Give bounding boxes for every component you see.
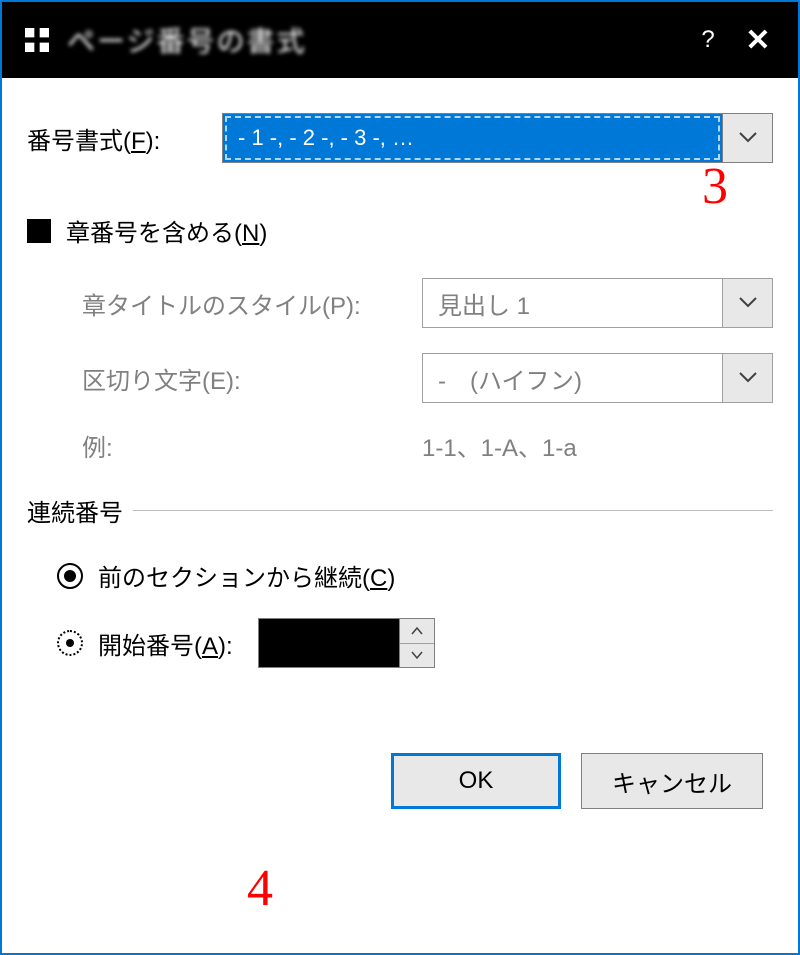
include-chapter-row: 章番号を含める(N) [27, 213, 773, 248]
chevron-down-icon[interactable] [722, 114, 772, 162]
separator-row: 区切り文字(E): - (ハイフン) [82, 353, 773, 403]
cancel-button[interactable]: キャンセル [581, 753, 763, 809]
chapter-subsection: 章タイトルのスタイル(P): 見出し 1 区切り文字(E): - (ハイフン) [27, 278, 773, 463]
dialog-content: 番号書式(F): - 1 -, - 2 -, - 3 -, … 3 章番号を含め… [2, 78, 798, 829]
chapter-style-row: 章タイトルのスタイル(P): 見出し 1 [82, 278, 773, 328]
start-accel: A [202, 633, 218, 660]
continue-radio-row: 前のセクションから継続(C) [27, 558, 773, 593]
separator-value: - (ハイフン) [423, 354, 722, 402]
numbering-header-text: 連続番号 [27, 493, 123, 528]
annotation-4: 4 [247, 859, 273, 918]
spinner-up-button[interactable] [400, 619, 434, 644]
format-label-suffix: ): [146, 128, 161, 155]
continue-suffix: ) [387, 565, 395, 592]
format-row: 番号書式(F): - 1 -, - 2 -, - 3 -, … [27, 113, 773, 163]
divider [133, 510, 773, 511]
example-value: 1-1、1-A、1-a [422, 428, 577, 463]
separator-label: 区切り文字(E): [82, 361, 422, 396]
chapter-checkbox-prefix: 章番号を含める( [66, 220, 242, 247]
start-at-radio-row: 開始番号(A): [27, 618, 773, 668]
chevron-down-icon[interactable] [722, 354, 772, 402]
start-prefix: 開始番号( [98, 633, 202, 660]
format-combobox[interactable]: - 1 -, - 2 -, - 3 -, … [222, 113, 773, 163]
continue-label: 前のセクションから継続(C) [98, 558, 395, 593]
chapter-style-value: 見出し 1 [423, 279, 722, 327]
close-button[interactable]: ✕ [733, 23, 783, 58]
format-label: 番号書式(F): [27, 121, 222, 156]
start-at-radio[interactable] [57, 630, 83, 656]
example-row: 例: 1-1、1-A、1-a [82, 428, 773, 463]
example-label: 例: [82, 428, 422, 463]
continue-radio[interactable] [57, 563, 83, 589]
format-label-prefix: 番号書式( [27, 128, 131, 155]
start-suffix: ): [218, 633, 233, 660]
chapter-checkbox-suffix: ) [259, 220, 267, 247]
chapter-style-combobox[interactable]: 見出し 1 [422, 278, 773, 328]
start-at-spinner[interactable] [258, 618, 435, 668]
separator-combobox[interactable]: - (ハイフン) [422, 353, 773, 403]
format-label-accel: F [131, 128, 146, 155]
dialog-title: ページ番号の書式 [67, 20, 683, 60]
help-button[interactable]: ? [683, 26, 733, 54]
start-at-value[interactable] [259, 619, 399, 667]
chapter-style-label: 章タイトルのスタイル(P): [82, 286, 422, 321]
spinner-down-button[interactable] [400, 644, 434, 668]
continue-accel: C [370, 565, 387, 592]
chevron-down-icon[interactable] [722, 279, 772, 327]
format-combobox-value: - 1 -, - 2 -, - 3 -, … [223, 114, 722, 162]
app-icon [17, 20, 57, 60]
chapter-checkbox-accel: N [242, 220, 259, 247]
titlebar: ページ番号の書式 ? ✕ [2, 2, 798, 78]
include-chapter-label: 章番号を含める(N) [66, 213, 267, 248]
ok-button[interactable]: OK [391, 753, 561, 809]
button-row: OK キャンセル [27, 753, 773, 809]
continue-prefix: 前のセクションから継続( [98, 565, 370, 592]
start-at-label: 開始番号(A): [98, 626, 233, 661]
include-chapter-checkbox[interactable] [27, 219, 51, 243]
annotation-3: 3 [702, 157, 728, 216]
spinner-buttons [399, 619, 434, 667]
page-number-format-dialog: ページ番号の書式 ? ✕ 番号書式(F): - 1 -, - 2 -, - 3 … [0, 0, 800, 955]
numbering-section-header: 連続番号 [27, 493, 773, 528]
